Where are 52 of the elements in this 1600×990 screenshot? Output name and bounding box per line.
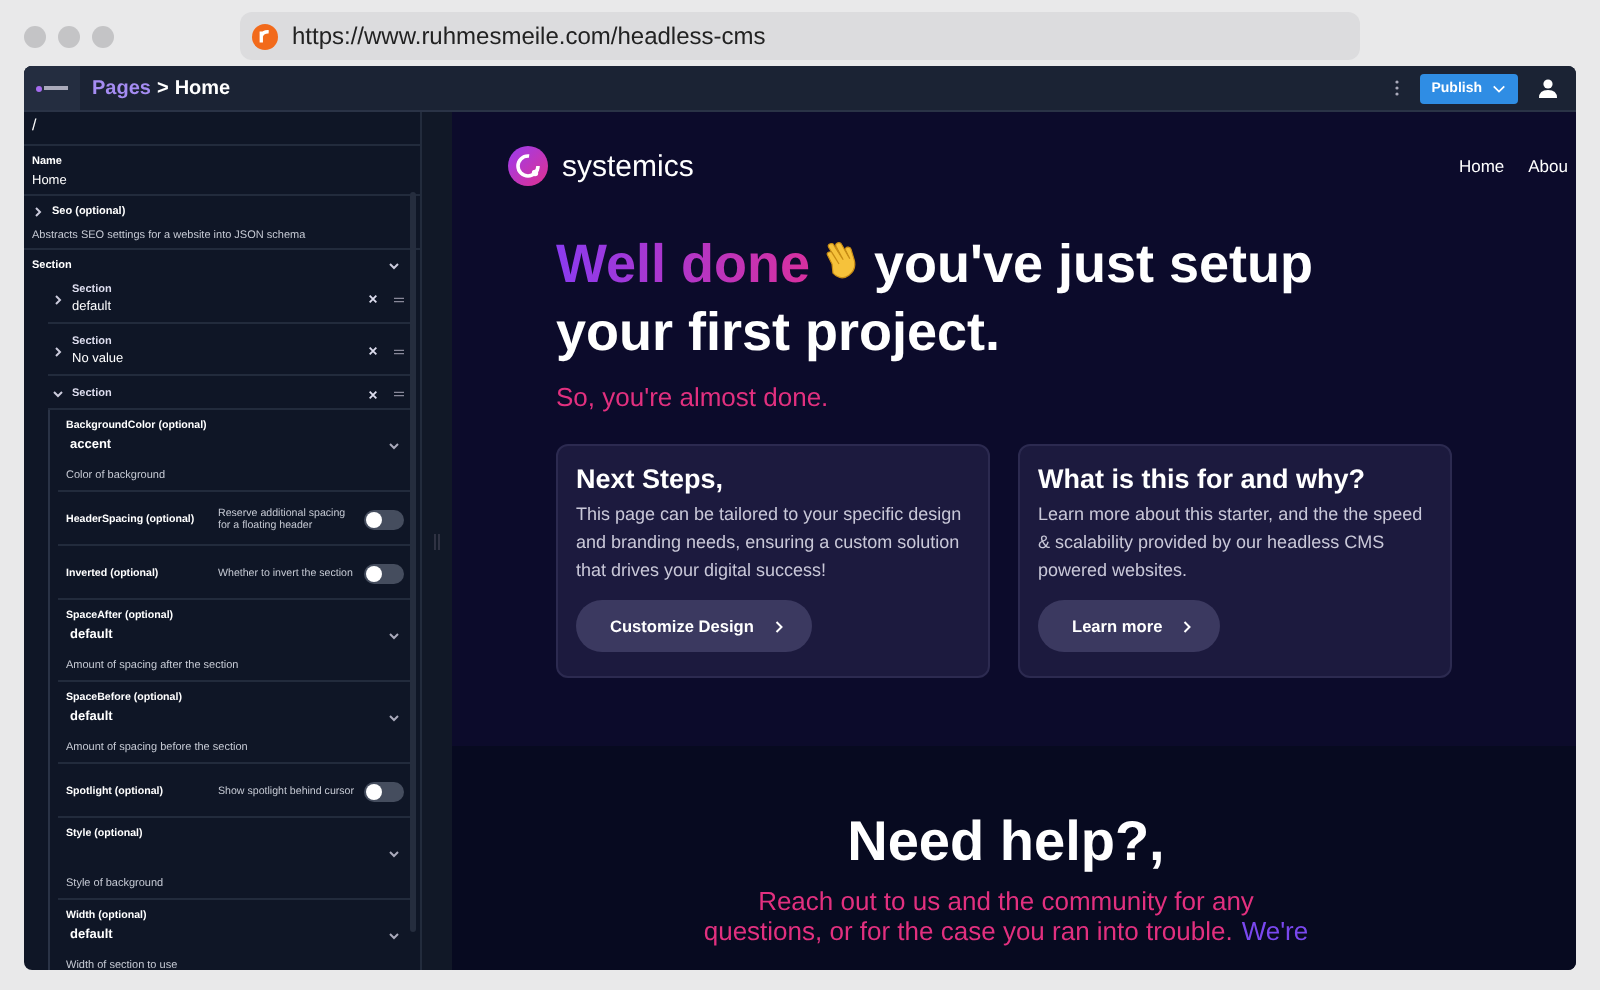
chevron-icon — [1182, 619, 1193, 633]
more-icon[interactable] — [1393, 80, 1400, 96]
card-title: Next Steps, — [576, 464, 726, 494]
card-text: Learn more about this starter, and the the speed & scalability provided by our headless CMS powered websites. — [1038, 502, 1425, 584]
help-paragraph: Reach out to us and the community for any — [758, 886, 1254, 916]
hero-heading: you've just setup — [874, 232, 1313, 298]
chevron-icon[interactable] — [388, 847, 400, 859]
hero-subtitle: So, you're almost done. — [556, 382, 831, 412]
card-title: What is this for and why? — [1038, 464, 1368, 494]
nav-link[interactable]: Abou — [1528, 156, 1568, 176]
drag-handle-icon[interactable] — [394, 347, 404, 355]
window-zoom-dot[interactable] — [92, 25, 114, 47]
url-text: https://www.ruhmesmeile.com/headless-cms — [292, 22, 766, 50]
brand-logo-icon[interactable] — [508, 146, 548, 186]
toggle-switch[interactable] — [364, 781, 404, 801]
nav-link[interactable]: Home — [1458, 156, 1505, 176]
window-minimize-dot[interactable] — [58, 25, 80, 47]
caret-icon — [1492, 83, 1506, 93]
breadcrumb-current: Home — [174, 77, 231, 99]
breadcrumb-separator: > — [156, 77, 169, 99]
help-heading: Need help?, — [847, 810, 1165, 874]
path-field[interactable]: / — [24, 112, 420, 146]
chevron-icon[interactable] — [388, 439, 400, 451]
chevron-icon[interactable] — [388, 260, 400, 272]
help-paragraph: questions, or for the case you ran into trouble. — [703, 916, 1233, 946]
toggle-switch[interactable] — [364, 509, 404, 529]
user-icon[interactable] — [1538, 78, 1558, 98]
chevron-icon[interactable] — [52, 293, 64, 305]
drag-handle-icon[interactable] — [394, 295, 404, 303]
close-icon[interactable] — [368, 294, 378, 304]
hero-heading: your first project. — [556, 300, 1001, 366]
close-icon[interactable] — [368, 389, 378, 399]
card-button[interactable]: Learn more — [1038, 600, 1221, 652]
chevron-icon[interactable] — [52, 388, 64, 400]
breadcrumb-link[interactable]: Pages — [92, 77, 151, 99]
window-close-dot[interactable] — [24, 25, 46, 47]
toggle-switch[interactable] — [364, 563, 404, 583]
chevron-icon — [773, 619, 784, 633]
brand-name[interactable]: systemics — [562, 149, 694, 183]
chevron-icon[interactable] — [32, 206, 44, 218]
chevron-icon[interactable] — [52, 345, 64, 357]
card-button[interactable]: Customize Design — [576, 600, 812, 652]
app-logo[interactable] — [24, 66, 80, 110]
chevron-icon[interactable] — [388, 711, 400, 723]
address-bar[interactable]: https://www.ruhmesmeile.com/headless-cms — [240, 12, 1360, 60]
card-text: This page can be tailored to your specific design and branding needs, ensuring a custom solution that drives your digital success! — [576, 502, 964, 584]
chevron-icon[interactable] — [388, 929, 400, 941]
help-link[interactable]: We're — [1241, 916, 1309, 946]
chevron-icon[interactable] — [388, 629, 400, 641]
drag-handle-icon[interactable] — [394, 390, 404, 398]
close-icon[interactable] — [368, 346, 378, 356]
site-icon — [252, 23, 278, 49]
